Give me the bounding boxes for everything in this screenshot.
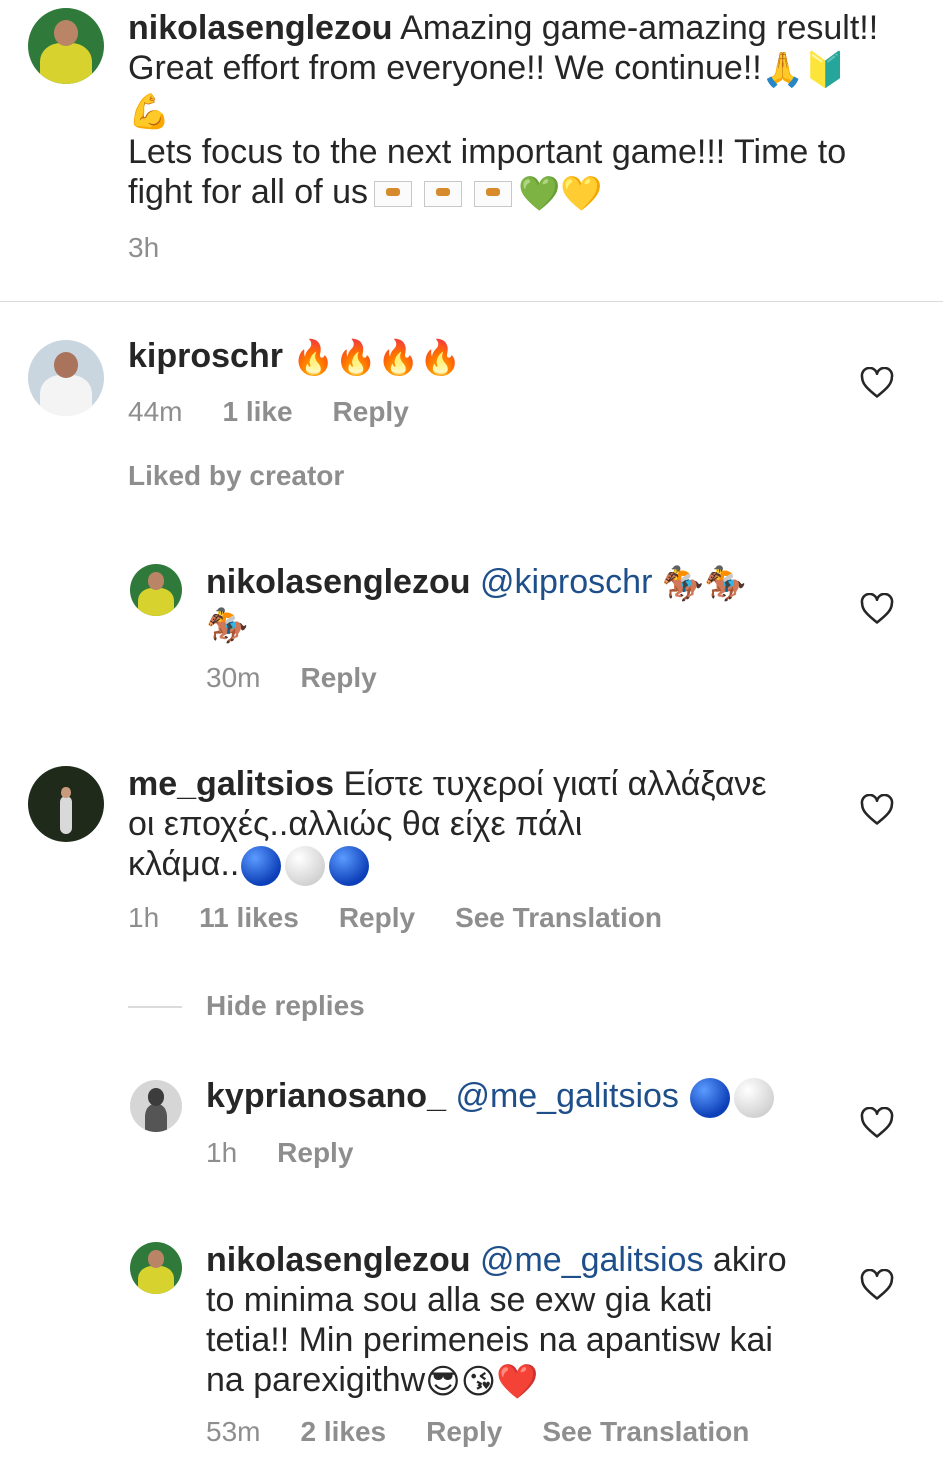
comment-text: kiproschr 🔥🔥🔥🔥 — [128, 336, 828, 378]
comment-meta: 1h 11 likes Reply See Translation — [128, 902, 662, 934]
avatar[interactable] — [28, 766, 104, 842]
kiss-emoji: 😘 — [460, 1363, 497, 1402]
caption-line1: Amazing game-amazing result!! — [400, 9, 879, 47]
mention-link[interactable]: @kiproschr — [480, 563, 652, 601]
sunglasses-emoji: 😎 — [425, 1363, 461, 1402]
hide-replies-button[interactable]: Hide replies — [206, 990, 365, 1022]
cyprus-flag-icon — [374, 181, 413, 208]
comment-line1: Είστε τυχεροί γιατί αλλάξανε — [343, 765, 767, 803]
heart-icon[interactable] — [860, 794, 894, 826]
avatar[interactable] — [28, 8, 104, 84]
likes-count[interactable]: 1 like — [222, 396, 292, 428]
liked-by-creator: Liked by creator — [128, 460, 344, 492]
heart-icon[interactable] — [860, 1107, 894, 1139]
comment-text: kyprianosano_ @me_galitsios — [206, 1076, 846, 1119]
caption-line4: Lets focus to the next important game!!!… — [128, 133, 847, 172]
comment-meta: 53m 2 likes Reply See Translation — [206, 1416, 749, 1448]
hide-replies-line — [128, 1006, 182, 1008]
comment-time: 1h — [128, 902, 160, 933]
comment-line2: to minima sou alla se exw gia kati — [206, 1281, 713, 1319]
avatar[interactable] — [130, 1080, 182, 1132]
mention-link[interactable]: @me_galitsios — [455, 1077, 679, 1115]
comment-time: 44m — [128, 396, 183, 427]
caption-line2: Great effort from everyone!! We continue… — [128, 49, 762, 87]
reply-button[interactable]: Reply — [339, 902, 415, 934]
comment-text: nikolasenglezou @me_galitsios akiro to m… — [206, 1240, 846, 1402]
comment-time: 30m — [206, 662, 261, 693]
comment-time: 53m — [206, 1416, 261, 1447]
fire-emoji: 🔥🔥🔥🔥 — [292, 339, 462, 378]
comment-text: nikolasenglezou @kiproschr 🏇🏇 🏇 — [206, 562, 846, 646]
reply-button[interactable]: Reply — [277, 1137, 353, 1169]
see-translation-button[interactable]: See Translation — [455, 902, 662, 934]
flexed-biceps-emoji: 💪 — [128, 93, 171, 132]
comment-meta: 30m Reply — [206, 662, 377, 694]
avatar[interactable] — [130, 1242, 182, 1294]
avatar[interactable] — [28, 340, 104, 416]
hide-replies[interactable]: Hide replies — [206, 990, 365, 1022]
comment-username[interactable]: kiproschr — [128, 337, 283, 375]
reply-button[interactable]: Reply — [333, 396, 409, 428]
liked-by-creator-label: Liked by creator — [128, 460, 345, 491]
comment-meta: 44m 1 like Reply — [128, 396, 409, 428]
heart-icon[interactable] — [860, 367, 894, 399]
caption-emoji-pray: 🙏 — [761, 51, 805, 90]
comment-line3: tetia!! Min perimeneis na apantisw kai — [206, 1321, 773, 1359]
divider — [0, 301, 943, 302]
comment-time: 1h — [206, 1137, 238, 1168]
heart-icon[interactable] — [860, 593, 894, 625]
comment-username[interactable]: nikolasenglezou — [206, 563, 471, 601]
white-circle-emoji — [285, 846, 326, 887]
red-heart-emoji: ❤️ — [496, 1363, 539, 1402]
heart-icon[interactable] — [860, 1269, 894, 1301]
reply-button[interactable]: Reply — [426, 1416, 502, 1448]
likes-count[interactable]: 2 likes — [300, 1416, 386, 1448]
green-heart-emoji: 💚 — [518, 175, 561, 214]
blue-circle-emoji — [329, 846, 370, 887]
comment-line4: na parexigithw — [206, 1361, 426, 1399]
cyprus-flag-icon — [424, 181, 463, 208]
reply-button[interactable]: Reply — [300, 662, 376, 694]
caption-text: nikolasenglezou Amazing game-amazing res… — [128, 8, 928, 214]
horse-racing-emoji: 🏇🏇 — [661, 565, 747, 604]
blue-circle-emoji — [690, 1078, 731, 1119]
comment-username[interactable]: nikolasenglezou — [206, 1241, 471, 1279]
comment-line2: οι εποχές..αλλιώς θα είχε πάλι — [128, 805, 583, 843]
likes-count[interactable]: 11 likes — [199, 902, 299, 934]
comment-line1: akiro — [712, 1241, 787, 1279]
avatar[interactable] — [130, 564, 182, 616]
white-circle-emoji — [734, 1078, 775, 1119]
comment-username[interactable]: kyprianosano_ — [206, 1077, 446, 1115]
comment-meta: 1h Reply — [206, 1137, 353, 1169]
caption-time: 3h — [128, 232, 160, 263]
caption-username[interactable]: nikolasenglezou — [128, 9, 393, 47]
caption-line5: fight for all of us — [128, 173, 369, 212]
cyprus-flag-icon — [474, 181, 513, 208]
comment-line3: κλάμα.. — [128, 845, 240, 883]
comment-text: me_galitsios Είστε τυχεροί γιατί αλλάξαν… — [128, 764, 828, 887]
caption-emoji-badge: 🔰 — [804, 51, 847, 90]
see-translation-button[interactable]: See Translation — [542, 1416, 749, 1448]
horse-racing-emoji: 🏇 — [206, 607, 249, 646]
mention-link[interactable]: @me_galitsios — [480, 1241, 704, 1279]
comment-username[interactable]: me_galitsios — [128, 765, 334, 803]
blue-circle-emoji — [241, 846, 282, 887]
caption-meta: 3h — [128, 232, 159, 264]
yellow-heart-emoji: 💛 — [560, 175, 603, 214]
